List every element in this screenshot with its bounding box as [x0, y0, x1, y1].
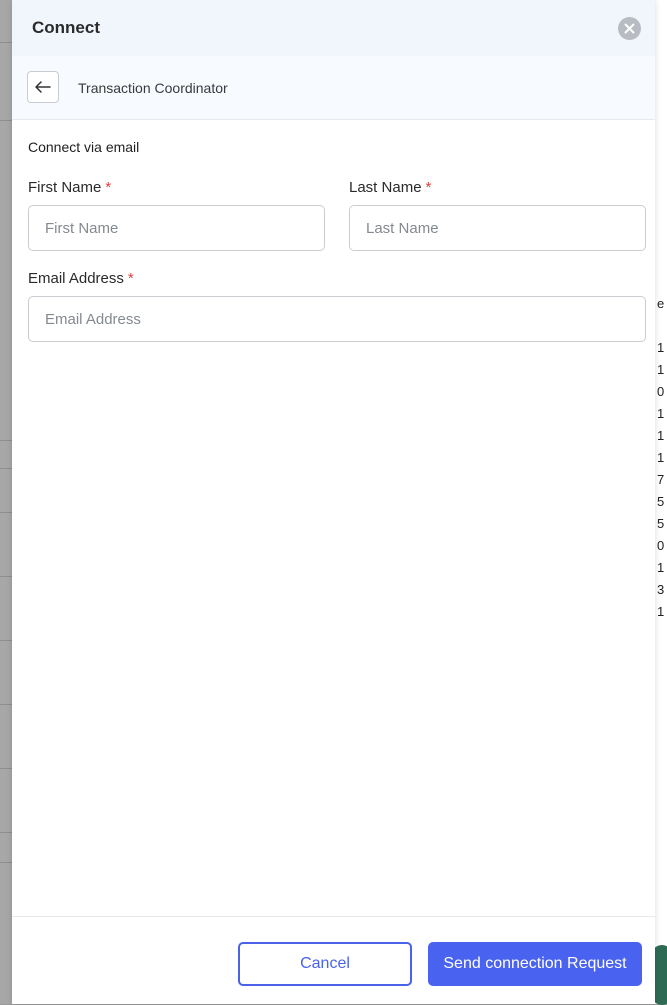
close-button[interactable]	[618, 17, 641, 40]
background-page-right: e 1 1 0 1 1 1 7 5 5 0 1 3 1	[651, 0, 667, 1005]
drawer-header: Connect	[12, 0, 655, 56]
background-char: 3	[657, 582, 665, 597]
connect-drawer: Connect Transaction Coordinator Connect …	[12, 0, 655, 1004]
background-char: 5	[657, 494, 665, 509]
drawer-footer: Cancel Send connection Request	[12, 916, 655, 1005]
required-marker: *	[127, 270, 134, 287]
background-char: 1	[657, 340, 665, 355]
drawer-title: Connect	[32, 18, 100, 37]
required-marker: *	[425, 179, 432, 196]
email-label: Email Address *	[28, 270, 134, 287]
section-title: Connect via email	[28, 139, 140, 155]
background-page-left	[0, 0, 12, 1004]
first-name-label-text: First Name	[28, 179, 102, 196]
send-connection-request-button[interactable]: Send connection Request	[428, 942, 642, 986]
background-char: 0	[657, 538, 665, 553]
background-char: 1	[657, 406, 665, 421]
last-name-label-text: Last Name	[349, 179, 422, 196]
background-char: 5	[657, 516, 665, 531]
first-name-input[interactable]	[28, 205, 325, 251]
cancel-button[interactable]: Cancel	[238, 942, 412, 986]
first-name-label: First Name *	[28, 179, 111, 196]
required-marker: *	[105, 179, 112, 196]
last-name-label: Last Name *	[349, 179, 431, 196]
close-icon	[624, 23, 635, 34]
back-button[interactable]	[27, 71, 59, 103]
background-char: 1	[657, 604, 665, 619]
background-char: 1	[657, 428, 665, 443]
background-char: e	[657, 296, 665, 311]
background-char: 7	[657, 472, 665, 487]
email-label-text: Email Address	[28, 270, 124, 287]
arrow-left-icon	[35, 81, 51, 93]
drawer-subheader: Transaction Coordinator	[12, 56, 655, 120]
last-name-input[interactable]	[349, 205, 646, 251]
subheader-title: Transaction Coordinator	[78, 80, 228, 96]
background-char: 1	[657, 362, 665, 377]
background-char: 0	[657, 384, 665, 399]
background-char: 1	[657, 450, 665, 465]
background-char: 1	[657, 560, 665, 575]
email-input[interactable]	[28, 296, 646, 342]
